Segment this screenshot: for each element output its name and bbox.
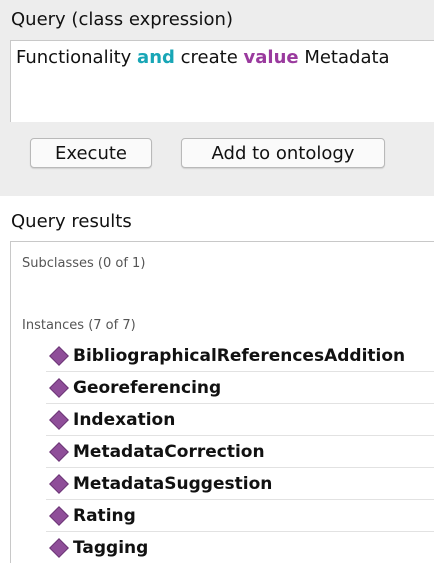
query-expression-editor[interactable]: Functionality and create value Metadata (10, 40, 434, 122)
list-item[interactable]: Georeferencing (46, 372, 434, 404)
instance-label: Tagging (73, 538, 149, 558)
subclasses-label: Subclasses (0 of 1) (22, 256, 146, 271)
add-to-ontology-button[interactable]: Add to ontology (181, 138, 385, 168)
list-item[interactable]: Indexation (46, 404, 434, 436)
list-item[interactable]: MetadataCorrection (46, 436, 434, 468)
diamond-icon (49, 538, 69, 558)
query-results-panel: Subclasses (0 of 1) Instances (7 of 7) B… (10, 241, 434, 563)
instance-label: Georeferencing (73, 377, 222, 398)
list-item[interactable]: Tagging (46, 532, 434, 564)
expression-token: create (180, 47, 238, 68)
list-item[interactable]: MetadataSuggestion (46, 468, 434, 500)
diamond-icon (49, 473, 69, 494)
query-panel: Query (class expression) Functionality a… (0, 0, 434, 196)
instance-label: Indexation (73, 409, 176, 430)
expression-token: Functionality (16, 47, 132, 68)
instances-list: BibliographicalReferencesAddition Georef… (46, 340, 434, 564)
query-panel-title: Query (class expression) (11, 9, 233, 30)
diamond-icon (49, 505, 69, 526)
instance-label: MetadataCorrection (73, 441, 265, 462)
list-item[interactable]: BibliographicalReferencesAddition (46, 340, 434, 372)
diamond-icon (49, 441, 69, 462)
query-results-title: Query results (11, 211, 132, 232)
diamond-icon (49, 409, 69, 430)
expression-token: Metadata (304, 47, 390, 68)
expression-keyword-and: and (137, 47, 175, 68)
list-item[interactable]: Rating (46, 500, 434, 532)
instance-label: Rating (73, 505, 136, 526)
instances-label: Instances (7 of 7) (22, 318, 136, 333)
execute-button[interactable]: Execute (30, 138, 152, 168)
instance-label: MetadataSuggestion (73, 473, 273, 494)
diamond-icon (49, 345, 69, 366)
expression-keyword-value: value (243, 47, 299, 68)
diamond-icon (49, 377, 69, 398)
instance-label: BibliographicalReferencesAddition (73, 345, 406, 366)
